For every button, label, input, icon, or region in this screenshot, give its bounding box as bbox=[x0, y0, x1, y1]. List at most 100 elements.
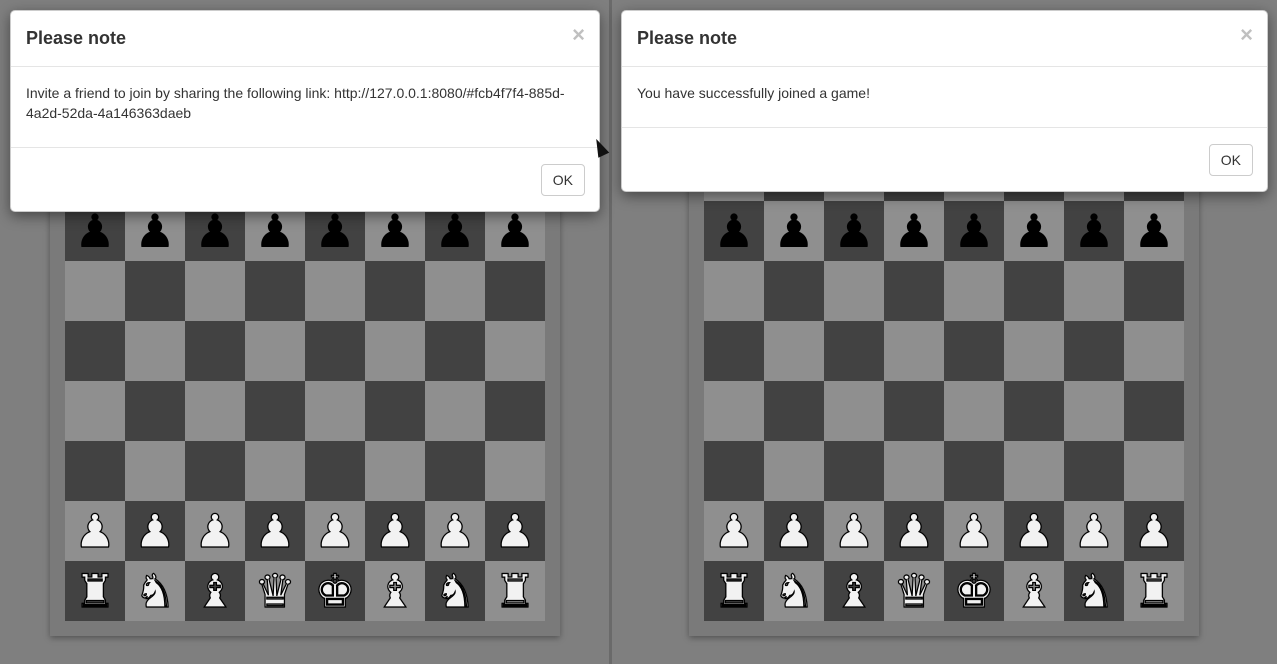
board-square[interactable] bbox=[365, 381, 425, 441]
board-square[interactable] bbox=[245, 381, 305, 441]
white-pawn-icon[interactable]: ♟ bbox=[1133, 501, 1175, 561]
white-knight-icon[interactable]: ♞ bbox=[134, 561, 176, 621]
white-rook-icon[interactable]: ♜ bbox=[74, 561, 116, 621]
board-square[interactable]: ♞ bbox=[1064, 561, 1124, 621]
white-pawn-icon[interactable]: ♟ bbox=[434, 501, 476, 561]
board-square[interactable]: ♟ bbox=[884, 201, 944, 261]
board-square[interactable]: ♝ bbox=[365, 561, 425, 621]
board-square[interactable] bbox=[425, 321, 485, 381]
board-square[interactable]: ♟ bbox=[425, 501, 485, 561]
ok-button[interactable]: OK bbox=[540, 164, 585, 196]
close-icon[interactable]: × bbox=[572, 24, 585, 46]
board-square[interactable] bbox=[884, 261, 944, 321]
board-square[interactable] bbox=[884, 381, 944, 441]
board-square[interactable] bbox=[944, 381, 1004, 441]
board-square[interactable]: ♟ bbox=[1124, 501, 1184, 561]
white-bishop-icon[interactable]: ♝ bbox=[374, 561, 416, 621]
white-rook-icon[interactable]: ♜ bbox=[1133, 561, 1175, 621]
white-knight-icon[interactable]: ♞ bbox=[434, 561, 476, 621]
white-pawn-icon[interactable]: ♟ bbox=[893, 501, 935, 561]
board-square[interactable] bbox=[185, 441, 245, 501]
black-pawn-icon[interactable]: ♟ bbox=[1133, 201, 1174, 261]
board-square[interactable] bbox=[1064, 441, 1124, 501]
board-square[interactable]: ♟ bbox=[305, 501, 365, 561]
board-square[interactable] bbox=[485, 441, 545, 501]
white-pawn-icon[interactable]: ♟ bbox=[194, 501, 236, 561]
board-square[interactable] bbox=[884, 441, 944, 501]
board-square[interactable] bbox=[125, 441, 185, 501]
white-pawn-icon[interactable]: ♟ bbox=[713, 501, 755, 561]
board-square[interactable] bbox=[1064, 261, 1124, 321]
board-square[interactable] bbox=[305, 261, 365, 321]
board-square[interactable]: ♟ bbox=[1124, 201, 1184, 261]
board-square[interactable] bbox=[824, 381, 884, 441]
ok-button[interactable]: OK bbox=[1208, 144, 1253, 176]
board-square[interactable]: ♚ bbox=[305, 561, 365, 621]
board-square[interactable] bbox=[125, 381, 185, 441]
board-square[interactable] bbox=[365, 261, 425, 321]
board-square[interactable]: ♟ bbox=[824, 201, 884, 261]
board-square[interactable] bbox=[485, 381, 545, 441]
board-square[interactable]: ♟ bbox=[764, 201, 824, 261]
white-rook-icon[interactable]: ♜ bbox=[494, 561, 536, 621]
board-square[interactable]: ♟ bbox=[485, 501, 545, 561]
board-square[interactable] bbox=[1004, 321, 1064, 381]
board-square[interactable]: ♜ bbox=[1124, 561, 1184, 621]
board-square[interactable] bbox=[185, 381, 245, 441]
board-square[interactable]: ♞ bbox=[425, 561, 485, 621]
black-pawn-icon[interactable]: ♟ bbox=[1073, 201, 1114, 261]
board-square[interactable]: ♟ bbox=[1064, 201, 1124, 261]
white-pawn-icon[interactable]: ♟ bbox=[374, 501, 416, 561]
board-square[interactable]: ♟ bbox=[1064, 501, 1124, 561]
white-pawn-icon[interactable]: ♟ bbox=[953, 501, 995, 561]
board-square[interactable] bbox=[125, 321, 185, 381]
white-knight-icon[interactable]: ♞ bbox=[773, 561, 815, 621]
board-square[interactable] bbox=[944, 441, 1004, 501]
board-square[interactable] bbox=[704, 441, 764, 501]
white-rook-icon[interactable]: ♜ bbox=[713, 561, 755, 621]
board-square[interactable] bbox=[65, 261, 125, 321]
board-square[interactable] bbox=[485, 261, 545, 321]
white-knight-icon[interactable]: ♞ bbox=[1073, 561, 1115, 621]
board-square[interactable] bbox=[704, 381, 764, 441]
board-square[interactable] bbox=[1004, 381, 1064, 441]
board-square[interactable] bbox=[365, 441, 425, 501]
board-square[interactable]: ♛ bbox=[884, 561, 944, 621]
board-square[interactable] bbox=[1004, 261, 1064, 321]
board-square[interactable] bbox=[245, 321, 305, 381]
white-king-icon[interactable]: ♚ bbox=[314, 561, 356, 621]
board-square[interactable]: ♜ bbox=[65, 561, 125, 621]
white-queen-icon[interactable]: ♛ bbox=[254, 561, 296, 621]
board-square[interactable]: ♟ bbox=[1004, 501, 1064, 561]
white-pawn-icon[interactable]: ♟ bbox=[1073, 501, 1115, 561]
board-square[interactable] bbox=[65, 381, 125, 441]
board-square[interactable] bbox=[944, 321, 1004, 381]
board-square[interactable] bbox=[485, 321, 545, 381]
board-square[interactable] bbox=[245, 441, 305, 501]
board-square[interactable] bbox=[1124, 321, 1184, 381]
chess-board[interactable]: ♟ ♟ ♟ ♟ ♟ ♟ ♟ ♟ ♟ ♟ ♟ ♟ ♟ ♟ ♟ ♟ ♜ ♞ ♝ ♛ ♚ ♝ ♞ ♜ bbox=[704, 141, 1184, 621]
board-square[interactable] bbox=[764, 441, 824, 501]
board-square[interactable]: ♟ bbox=[764, 501, 824, 561]
board-square[interactable]: ♟ bbox=[704, 501, 764, 561]
board-square[interactable] bbox=[425, 441, 485, 501]
white-pawn-icon[interactable]: ♟ bbox=[1013, 501, 1055, 561]
white-king-icon[interactable]: ♚ bbox=[953, 561, 995, 621]
white-pawn-icon[interactable]: ♟ bbox=[773, 501, 815, 561]
white-pawn-icon[interactable]: ♟ bbox=[134, 501, 176, 561]
white-pawn-icon[interactable]: ♟ bbox=[254, 501, 296, 561]
board-square[interactable]: ♝ bbox=[185, 561, 245, 621]
board-square[interactable] bbox=[185, 261, 245, 321]
board-square[interactable]: ♟ bbox=[824, 501, 884, 561]
board-square[interactable] bbox=[824, 321, 884, 381]
board-square[interactable] bbox=[425, 261, 485, 321]
white-bishop-icon[interactable]: ♝ bbox=[1013, 561, 1055, 621]
white-pawn-icon[interactable]: ♟ bbox=[74, 501, 116, 561]
board-square[interactable] bbox=[764, 381, 824, 441]
board-square[interactable] bbox=[884, 321, 944, 381]
chess-board[interactable]: ♟ ♟ ♟ ♟ ♟ ♟ ♟ ♟ ♟ ♟ ♟ ♟ ♟ ♟ ♟ ♟ ♜ ♞ ♝ ♛ ♚ ♝ ♞ ♜ bbox=[65, 141, 545, 621]
board-square[interactable] bbox=[185, 321, 245, 381]
black-pawn-icon[interactable]: ♟ bbox=[713, 201, 754, 261]
board-square[interactable] bbox=[1064, 321, 1124, 381]
board-square[interactable]: ♟ bbox=[125, 501, 185, 561]
